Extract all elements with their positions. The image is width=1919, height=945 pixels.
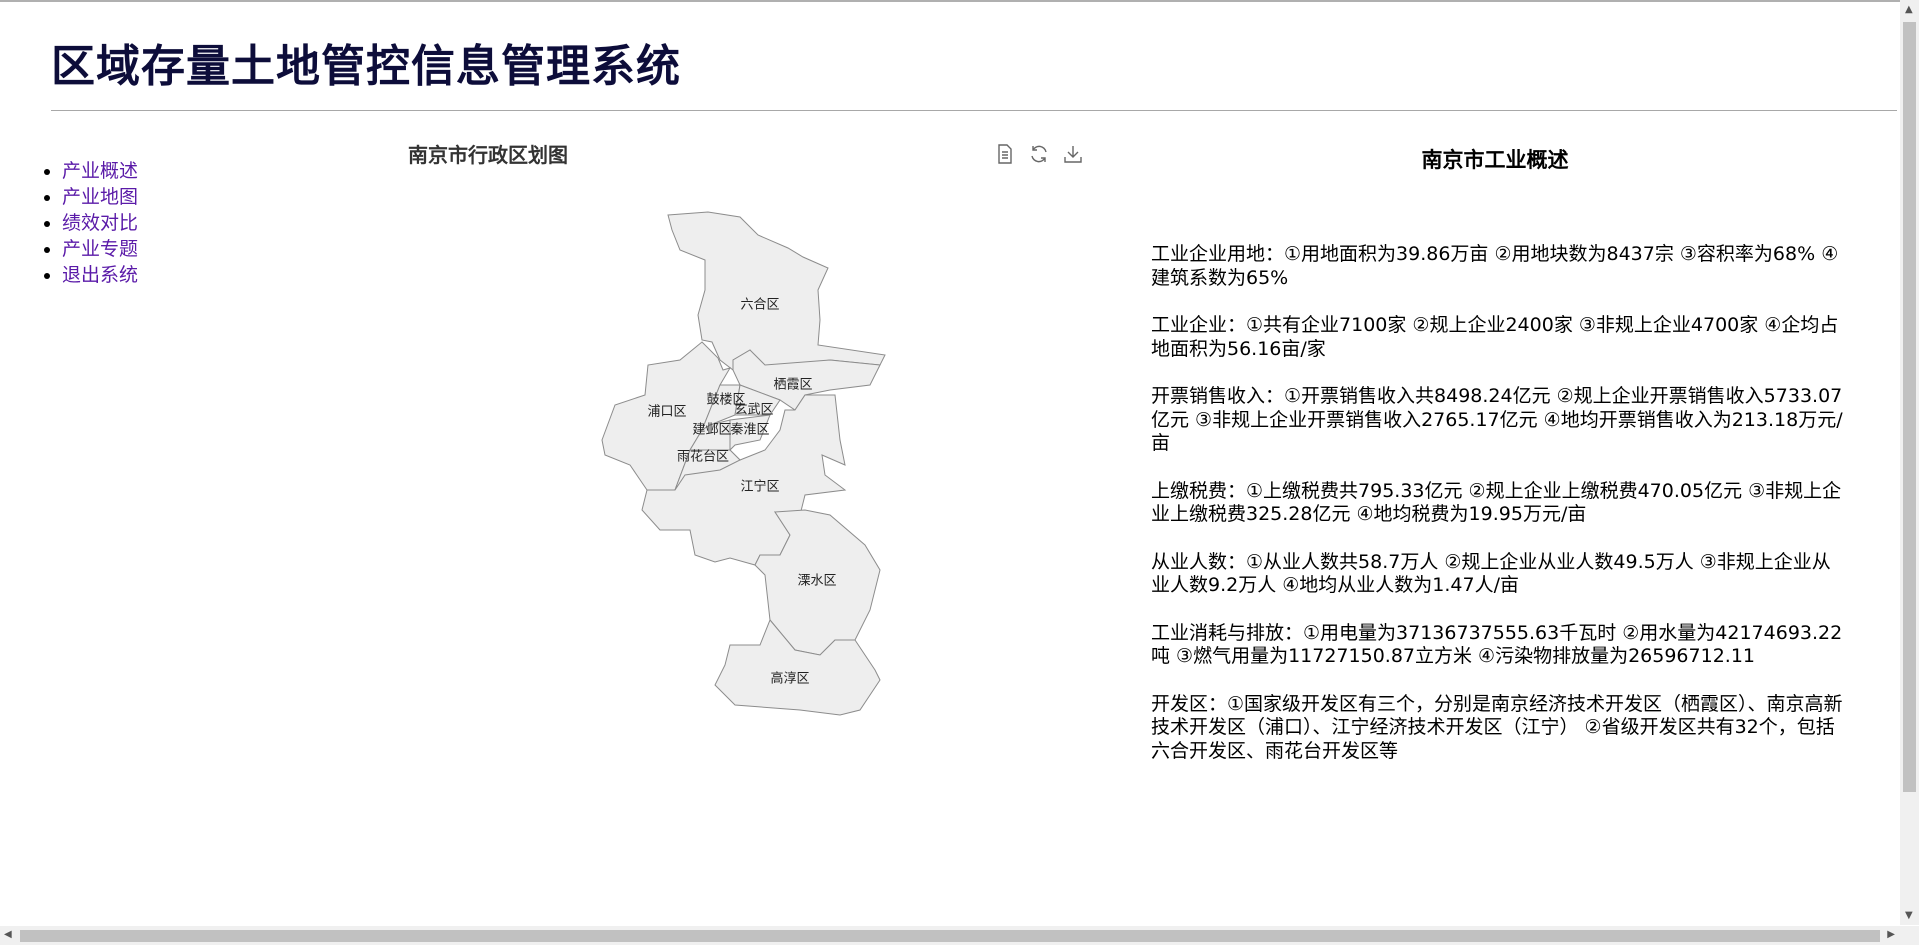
nav-item-overview: 产业概述 [62,158,138,184]
overview-sales: 开票销售收入：①开票销售收入共8498.24亿元 ②规上企业开票销售收入5733… [1151,385,1843,454]
overview-content: 工业企业用地：①用地面积为39.86万亩 ②用地块数为8437宗 ③容积率为68… [1151,243,1843,787]
data-view-icon[interactable] [994,143,1016,165]
overview-taxes: 上缴税费：①上缴税费共795.33亿元 ②规上企业上缴税费470.05亿元 ③非… [1151,479,1842,526]
header-divider [51,110,1897,111]
save-image-icon[interactable] [1062,143,1084,165]
overview-title: 南京市工业概述 [1421,148,1569,172]
horizontal-scrollbar[interactable]: ◀ ▶ [0,926,1919,945]
nav-link-overview[interactable]: 产业概述 [62,160,138,182]
vertical-scroll-thumb[interactable] [1903,22,1916,792]
label-pukou: 浦口区 [647,405,686,420]
label-qixia: 栖霞区 [773,378,812,393]
scroll-right-icon[interactable]: ▶ [1887,929,1895,940]
horizontal-scroll-thumb[interactable] [20,930,1880,942]
overview-employees: 从业人数：①从业人数共58.7万人 ②规上企业从业人数49.5万人 ③非规上企业… [1151,550,1831,597]
nav-menu: 产业概述 产业地图 绩效对比 产业专题 退出系统 [40,158,138,288]
nav-link-map[interactable]: 产业地图 [62,186,138,208]
nav-item-compare: 绩效对比 [62,210,138,236]
vertical-scrollbar[interactable]: ▲ ▼ [1900,0,1919,925]
overview-enterprises: 工业企业：①共有企业7100家 ②规上企业2400家 ③非规上企业4700家 ④… [1151,314,1839,360]
label-xuanwu: 玄武区 [734,403,773,418]
label-yuhuatai: 雨花台区 [677,449,729,465]
scroll-up-icon[interactable]: ▲ [1905,4,1913,15]
label-qinhuai: 秦淮区 [730,423,769,438]
map-title: 南京市行政区划图 [408,143,568,167]
label-lishui: 溧水区 [797,574,836,589]
label-jiangning: 江宁区 [740,479,779,495]
label-gaochun: 高淳区 [770,671,809,687]
nav-link-compare[interactable]: 绩效对比 [62,212,138,234]
nav-link-topic[interactable]: 产业专题 [62,238,138,260]
nav-item-map: 产业地图 [62,184,138,210]
overview-consumption: 工业消耗与排放：①用电量为37136737555.63千瓦时 ②用水量为4217… [1151,621,1843,668]
nav-link-logout[interactable]: 退出系统 [62,264,138,286]
label-liuhe: 六合区 [740,298,779,313]
label-jianye: 建邺区 [692,423,731,438]
scroll-left-icon[interactable]: ◀ [4,929,12,940]
page-title: 区域存量土地管控信息管理系统 [51,41,681,92]
restore-icon[interactable] [1028,143,1050,165]
window-top-border [0,0,1919,2]
nanjing-district-map: 六合区 栖霞区 鼓楼区 浦口区 玄武区 建邺区 秦淮区 雨花台区 江宁区 溧水区… [601,211,886,716]
nav-item-logout: 退出系统 [62,262,138,288]
overview-land: 工业企业用地：①用地面积为39.86万亩 ②用地块数为8437宗 ③容积率为68… [1151,243,1839,289]
scroll-down-icon[interactable]: ▼ [1905,910,1913,921]
nav-item-topic: 产业专题 [62,236,138,262]
overview-dev-zones: 开发区：①国家级开发区有三个，分别是南京经济技术开发区（栖霞区）、南京高新技术开… [1151,692,1843,762]
map-toolbox [994,143,1084,165]
